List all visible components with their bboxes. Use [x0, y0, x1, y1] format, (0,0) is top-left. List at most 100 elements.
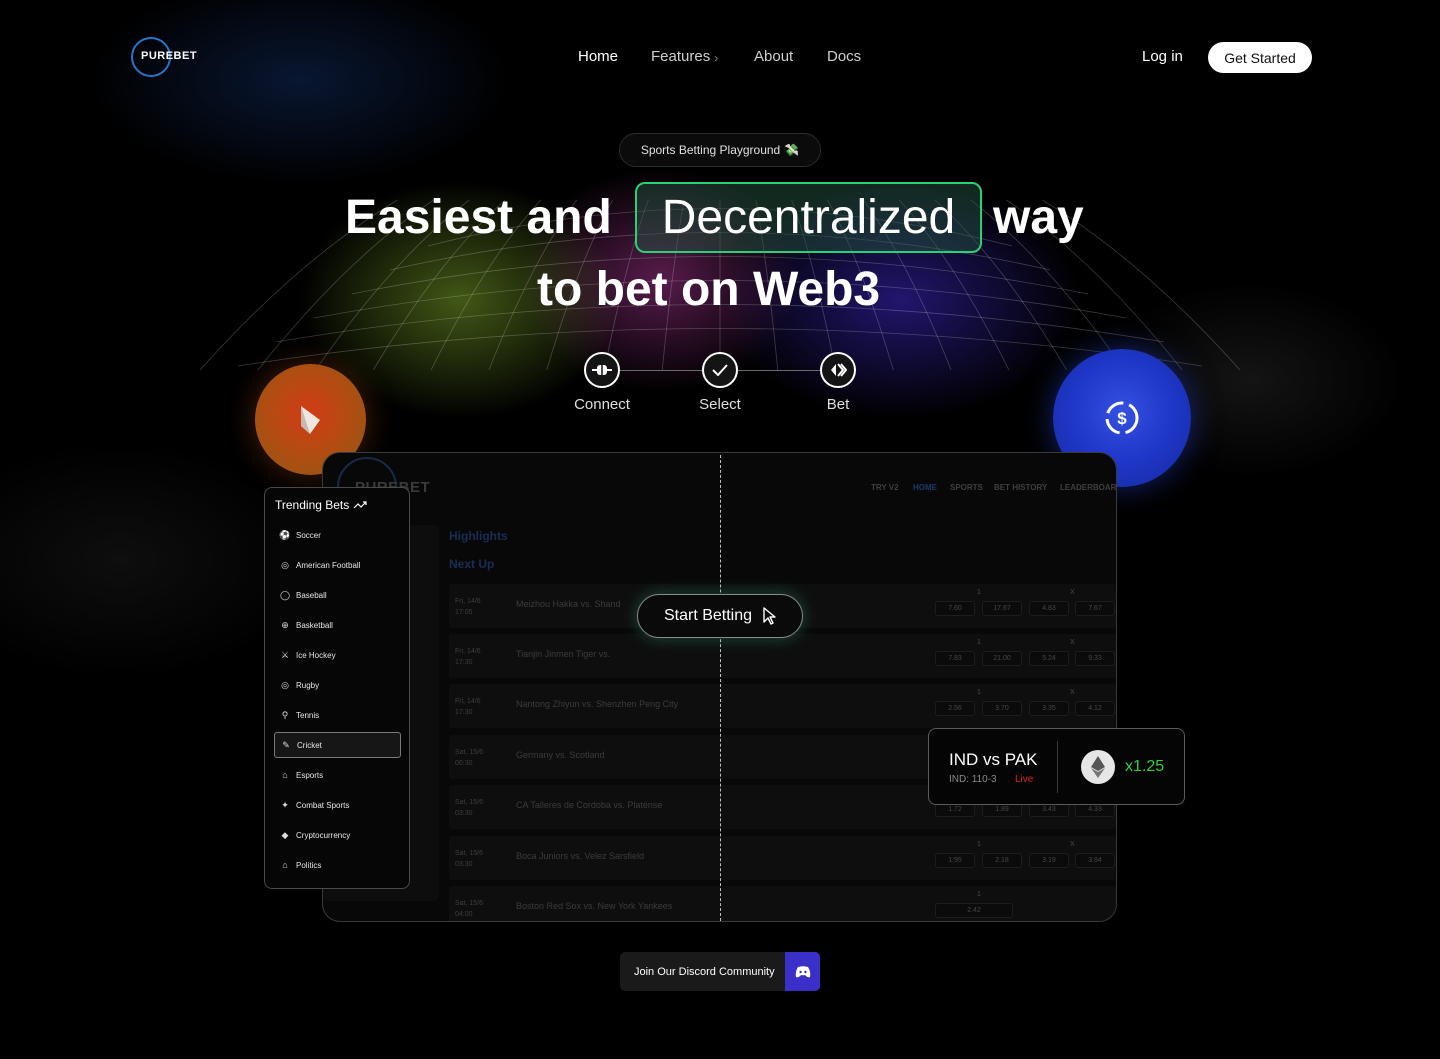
sport-item-ice-hockey[interactable]: ⚔ Ice Hockey: [274, 642, 401, 668]
tennis-icon: ⚲: [281, 709, 289, 720]
table-row[interactable]: Sat, 15/6 03:30 Boca Juniors vs. Velez Sar…: [449, 836, 1116, 880]
hockey-icon: ⚔: [280, 649, 290, 660]
match-time: 03:30: [455, 861, 473, 868]
live-score: IND: 110-3: [949, 774, 997, 785]
odds-button[interactable]: 3.70: [982, 701, 1022, 716]
sport-item-esports[interactable]: ⌂ Esports: [274, 762, 401, 788]
get-started-button[interactable]: Get Started: [1208, 42, 1312, 73]
odds-button[interactable]: 3.35: [1029, 701, 1069, 716]
chevron-right-icon: ›: [714, 51, 719, 65]
hero-title-part1: Easiest and: [345, 191, 612, 244]
football-icon: ◎: [281, 559, 289, 570]
odds-button[interactable]: 21.00: [982, 651, 1022, 666]
odds-header-draw: X: [1070, 841, 1075, 848]
logo-text: PUREBET: [141, 50, 198, 62]
tagline-pill: Sports Betting Playground 💸: [619, 133, 821, 167]
sport-item-basketball[interactable]: ⊕ Basketball: [274, 612, 401, 638]
tagline-text: Sports Betting Playground: [640, 143, 781, 157]
sport-item-combat-sports[interactable]: ✦ Combat Sports: [274, 792, 401, 818]
sport-label: Politics: [296, 860, 322, 870]
odds-button[interactable]: 3.19: [1029, 853, 1069, 868]
sport-item-tennis[interactable]: ⚲ Tennis: [274, 702, 401, 728]
split-divider: [720, 455, 721, 921]
sport-label: Cryptocurrency: [296, 830, 351, 840]
trending-title: Trending Bets: [275, 498, 367, 512]
match-date: Sat, 15/6 03:30: [455, 797, 483, 819]
baseball-icon: ◯: [279, 589, 291, 600]
odds-button[interactable]: 5.24: [1029, 651, 1069, 666]
basketball-icon: ⊕: [281, 619, 289, 630]
highlights-heading: Highlights: [449, 529, 508, 543]
sport-label: Basketball: [296, 620, 333, 630]
odds-button[interactable]: 7.83: [935, 651, 975, 666]
discord-cta[interactable]: Join Our Discord Community: [620, 952, 820, 991]
match-day: Fri, 14/6: [455, 648, 481, 655]
discord-icon[interactable]: [785, 952, 820, 991]
match-name: Nantong Zhiyun vs. Shenzhen Peng City: [516, 699, 679, 709]
match-time: 03:30: [455, 810, 473, 817]
app-nav-home[interactable]: HOME: [913, 483, 937, 492]
start-betting-label: Start Betting: [663, 607, 753, 624]
odds-button[interactable]: 17.67: [982, 601, 1022, 616]
politics-icon: ⌂: [282, 860, 288, 870]
odds-button[interactable]: 4.83: [1029, 601, 1069, 616]
odds-header-home: 1: [977, 639, 981, 646]
dollar-swap-icon: $: [1105, 401, 1139, 435]
app-nav-try-v2[interactable]: TRY V2: [871, 483, 899, 492]
nav-docs[interactable]: Docs: [827, 48, 861, 65]
table-row[interactable]: Fri, 14/6 17:30 Tianjin Jinmen Tiger vs. 1…: [449, 634, 1116, 678]
odds-header-home: 1: [977, 841, 981, 848]
odds-button[interactable]: 2.42: [935, 903, 1013, 918]
odds-header-home: 1: [977, 891, 981, 898]
live-teams: IND vs PAK: [949, 750, 1038, 769]
odds-button[interactable]: 2.18: [982, 853, 1022, 868]
match-day: Fri, 14/6: [455, 598, 481, 605]
sport-item-soccer[interactable]: ⚽ Soccer: [274, 522, 401, 548]
odds-button[interactable]: 7.60: [935, 601, 975, 616]
card-divider: [1057, 741, 1058, 793]
odds-button[interactable]: 4.12: [1075, 701, 1115, 716]
match-time: 04:00: [455, 911, 473, 918]
gamepad-icon: ⌂: [282, 770, 288, 780]
odds-header-draw: X: [1070, 689, 1075, 696]
table-row[interactable]: Sat, 15/6 04:00 Boston Red Sox vs. New Yor…: [449, 886, 1116, 921]
sport-item-american-football[interactable]: ◎ American Football: [274, 552, 401, 578]
sport-item-baseball[interactable]: ◯ Baseball: [274, 582, 401, 608]
sport-item-cryptocurrency[interactable]: ◆ Cryptocurrency: [274, 822, 401, 848]
next-up-heading: Next Up: [449, 557, 495, 571]
odds-button[interactable]: 9.33: [1075, 651, 1115, 666]
sport-label: American Football: [296, 560, 361, 570]
nav-about[interactable]: About: [754, 48, 793, 65]
live-bet-card[interactable]: IND vs PAK IND: 110-3 Live x1.25: [928, 728, 1185, 805]
sport-item-politics[interactable]: ⌂ Politics: [274, 852, 401, 878]
app-nav-bet-history[interactable]: BET HISTORY: [994, 483, 1047, 492]
match-date: Sat, 15/6 03:30: [455, 848, 483, 870]
sport-label: Ice Hockey: [296, 650, 336, 660]
login-link[interactable]: Log in: [1142, 48, 1183, 65]
match-time: 00:30: [455, 760, 473, 767]
odds-header-draw: X: [1070, 589, 1075, 596]
nav-features[interactable]: Features ›: [651, 48, 718, 68]
sport-item-rugby[interactable]: ◎ Rugby: [274, 672, 401, 698]
odds-button[interactable]: 3.94: [1075, 853, 1115, 868]
start-betting-button[interactable]: Start Betting: [637, 594, 803, 638]
soccer-icon: ⚽: [279, 529, 291, 540]
match-name: Tianjin Jinmen Tiger vs.: [516, 649, 611, 659]
odds-header-home: 1: [977, 689, 981, 696]
app-nav-leaderboard[interactable]: LEADERBOARD: [1060, 483, 1116, 492]
sport-label: Baseball: [296, 590, 327, 600]
odds-button[interactable]: 7.67: [1075, 601, 1115, 616]
sport-label: Rugby: [296, 680, 320, 690]
sport-item-cricket[interactable]: ✎ Cricket: [274, 732, 401, 758]
match-name: Boca Juniors vs. Velez Sarsfield: [516, 851, 645, 861]
odds-button[interactable]: 2.56: [935, 701, 975, 716]
odds-button[interactable]: 1.95: [935, 853, 975, 868]
nav-home[interactable]: Home: [578, 48, 618, 65]
sport-label: Tennis: [296, 710, 320, 720]
app-nav-sports[interactable]: SPORTS: [950, 483, 983, 492]
sport-label: Soccer: [296, 530, 321, 540]
svg-text:$: $: [1117, 409, 1127, 428]
table-row[interactable]: Fri, 14/6 17:30 Nantong Zhiyun vs. Shenzhe…: [449, 684, 1116, 728]
step-label-select: Select: [699, 396, 741, 413]
match-date: Sat, 15/6 00:30: [455, 747, 483, 769]
